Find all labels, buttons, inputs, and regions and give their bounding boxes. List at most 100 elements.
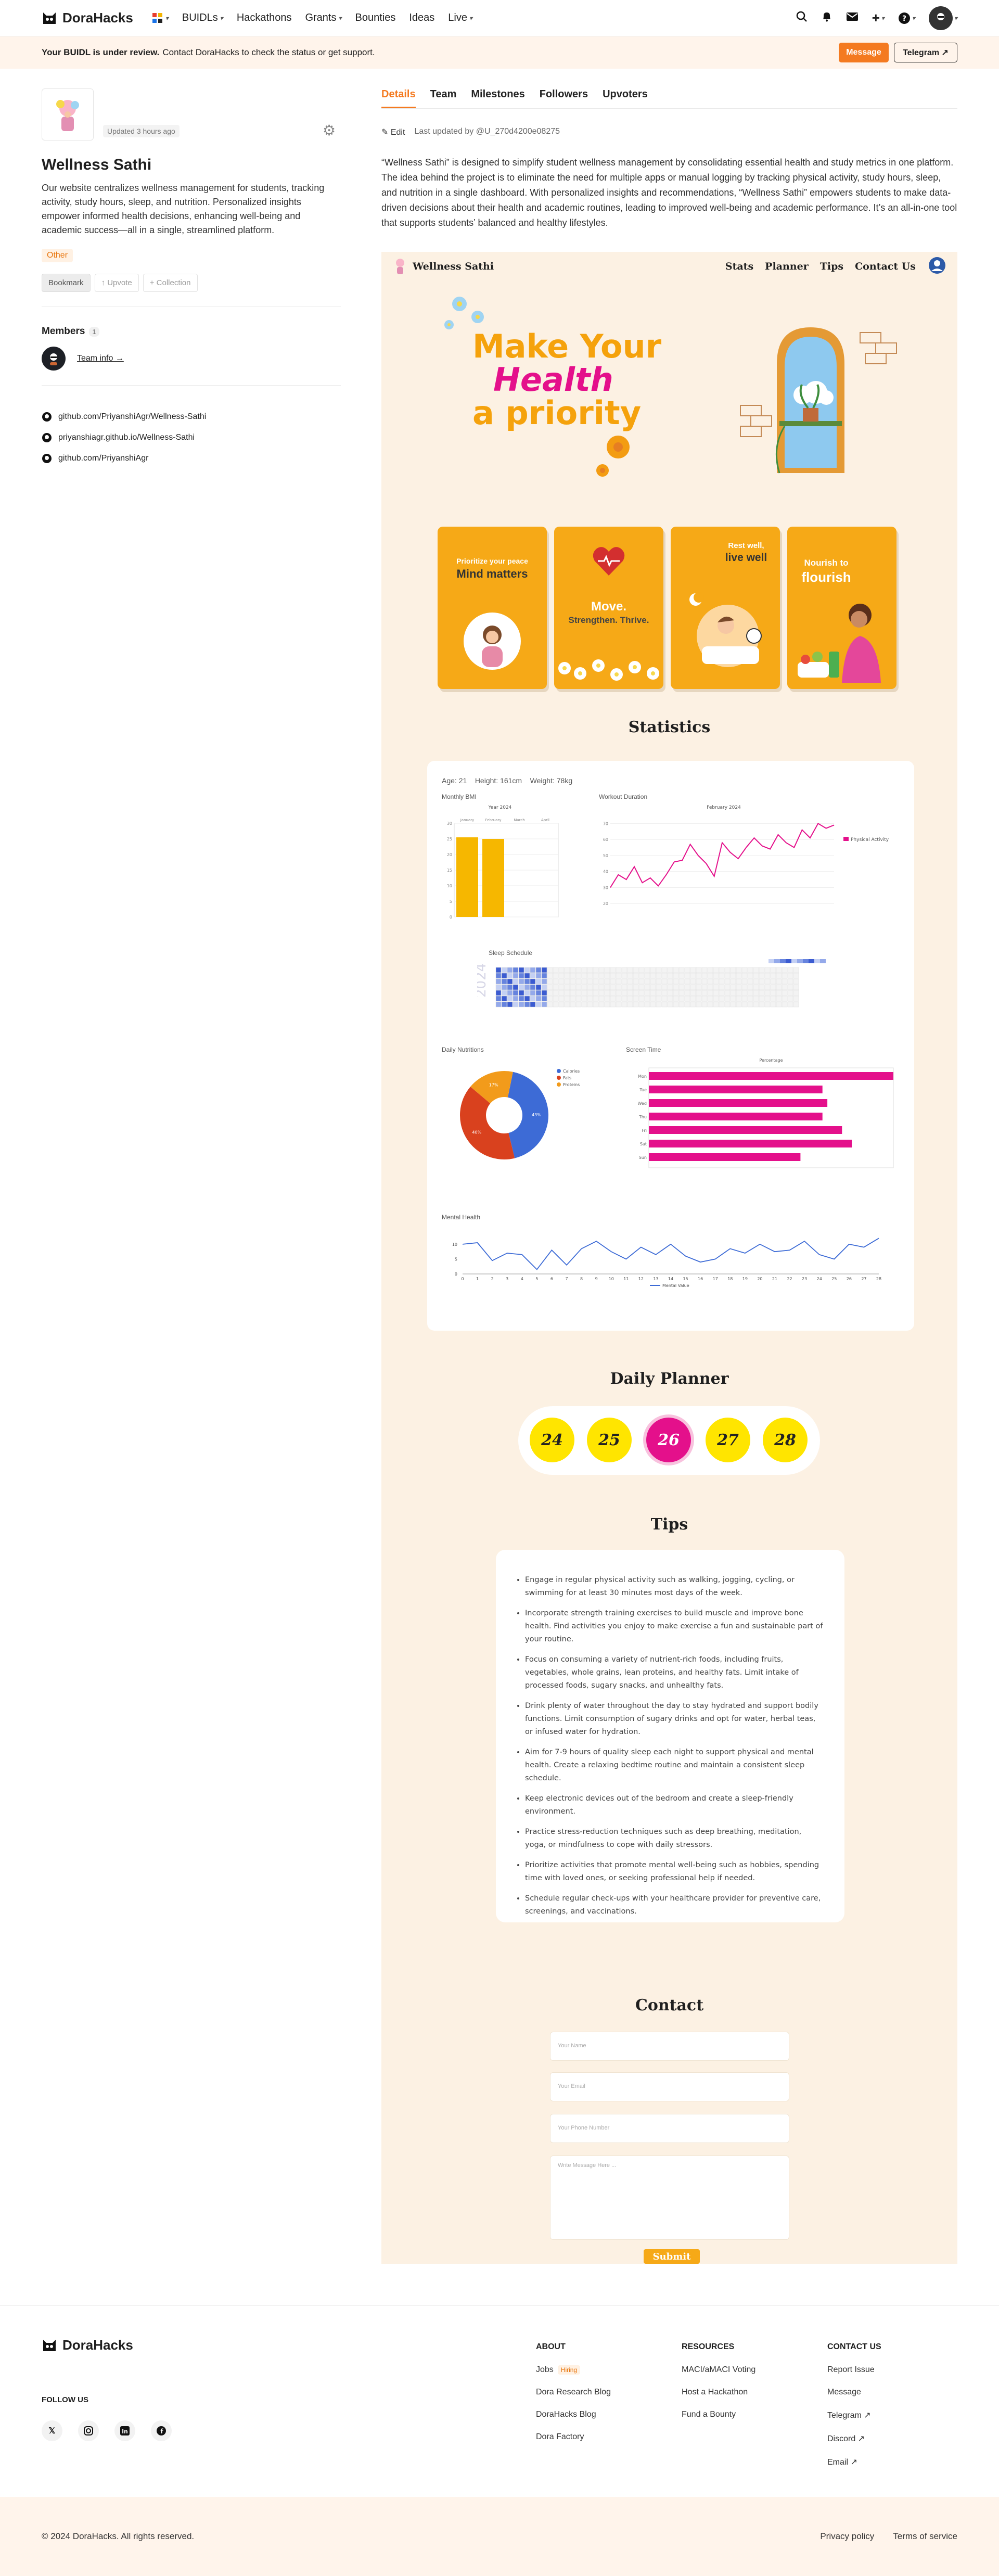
- user-avatar[interactable]: ▾: [928, 6, 957, 30]
- nav-live[interactable]: Live ▾: [448, 12, 472, 24]
- search-icon[interactable]: [796, 11, 808, 25]
- wellness-card-move[interactable]: Move. Strengthen. Thrive.: [554, 527, 663, 689]
- profile-link[interactable]: github.com/PriyanshiAgr: [42, 453, 341, 464]
- hero-line-2: Health: [493, 361, 613, 399]
- privacy-link[interactable]: Privacy policy: [820, 2531, 874, 2542]
- bell-icon[interactable]: [821, 11, 832, 25]
- tab-followers[interactable]: Followers: [540, 88, 588, 108]
- member-row: Team info →: [42, 347, 341, 371]
- sleep-cell: [701, 984, 708, 990]
- site-nav-planner[interactable]: Planner: [765, 261, 809, 272]
- repo-link[interactable]: github.com/PriyanshiAgr/Wellness-Sathi: [42, 412, 341, 422]
- sleep-cell: [598, 1001, 605, 1008]
- wellness-card-nourish[interactable]: Nourish to flourish: [787, 527, 896, 689]
- sleep-cell: [707, 967, 713, 973]
- dorahacks-owl-icon: [43, 12, 56, 24]
- nav-buidls[interactable]: BUIDLs ▾: [182, 12, 223, 24]
- site-user-icon[interactable]: [928, 257, 946, 276]
- member-avatar[interactable]: [42, 347, 66, 371]
- footer-link-blog[interactable]: DoraHacks Blog: [536, 2410, 611, 2419]
- message-field[interactable]: Write Message Here ...: [550, 2156, 789, 2240]
- tab-team[interactable]: Team: [430, 88, 457, 108]
- help-icon[interactable]: ? ▾: [898, 12, 915, 24]
- email-field[interactable]: Your Email: [550, 2072, 789, 2101]
- planner-day-25[interactable]: 25: [587, 1418, 632, 1462]
- project-description: Our website centralizes wellness managem…: [42, 183, 325, 235]
- wellness-card-rest[interactable]: Rest well, live well: [671, 527, 780, 689]
- planner-day-24[interactable]: 24: [530, 1418, 574, 1462]
- nav-ideas[interactable]: Ideas: [409, 12, 434, 24]
- footer-link-host[interactable]: Host a Hackathon: [682, 2388, 755, 2397]
- planner-day-27[interactable]: 27: [706, 1418, 750, 1462]
- instagram-icon[interactable]: [78, 2420, 99, 2441]
- card-big-text: Strengthen. Thrive.: [568, 615, 649, 625]
- sleep-cell: [770, 978, 776, 985]
- x-icon[interactable]: 𝕏: [42, 2420, 62, 2441]
- name-field[interactable]: Your Name: [550, 2032, 789, 2061]
- apps-grid-icon[interactable]: ▾: [152, 12, 169, 24]
- site-nav-stats[interactable]: Stats: [725, 261, 753, 272]
- footer-link-research[interactable]: Dora Research Blog: [536, 2388, 611, 2397]
- wellness-card-mind[interactable]: Prioritize your peace Mind matters: [438, 527, 547, 689]
- tab-upvoters[interactable]: Upvoters: [603, 88, 648, 108]
- sleep-cell: [501, 973, 507, 979]
- demo-link[interactable]: priyanshiagr.github.io/Wellness-Sathi: [42, 432, 341, 443]
- message-button[interactable]: Message: [839, 43, 889, 62]
- sleep-cell: [656, 990, 662, 996]
- phone-field[interactable]: Your Phone Number: [550, 2114, 789, 2143]
- sleep-cell: [535, 1001, 542, 1008]
- mental-x-tick: 25: [831, 1277, 837, 1281]
- bookmark-button[interactable]: Bookmark: [42, 274, 91, 292]
- nav-grants[interactable]: Grants ▾: [305, 12, 341, 24]
- mail-icon[interactable]: [846, 11, 859, 25]
- footer-brand: DoraHacks: [62, 2337, 133, 2353]
- tip-item: Keep electronic devices out of the bedro…: [525, 1792, 824, 1818]
- footer-link-maci[interactable]: MACI/aMACI Voting: [682, 2365, 755, 2375]
- nav-bounties[interactable]: Bounties: [355, 12, 396, 24]
- tab-details[interactable]: Details: [381, 88, 416, 108]
- sleep-cell: [507, 967, 513, 973]
- add-icon[interactable]: + ▾: [872, 10, 885, 26]
- card-big-text: Mind matters: [456, 567, 528, 580]
- linkedin-icon[interactable]: in: [114, 2420, 135, 2441]
- dorahacks-logo[interactable]: DoraHacks: [42, 10, 133, 26]
- upvote-button[interactable]: ↑ Upvote: [94, 274, 139, 292]
- footer-link-report[interactable]: Report Issue: [827, 2365, 881, 2375]
- sleep-cell: [776, 996, 782, 1002]
- sleep-cell: [741, 973, 748, 979]
- gear-icon[interactable]: ⚙: [323, 122, 336, 139]
- nav-hackathons[interactable]: Hackathons: [237, 12, 292, 24]
- sleep-cell: [764, 978, 771, 985]
- tab-milestones[interactable]: Milestones: [471, 88, 524, 108]
- add-collection-button[interactable]: + Collection: [143, 274, 198, 292]
- submit-button[interactable]: Submit: [644, 2249, 700, 2264]
- terms-link[interactable]: Terms of service: [893, 2531, 957, 2542]
- facebook-icon[interactable]: f: [151, 2420, 172, 2441]
- footer-link-factory[interactable]: Dora Factory: [536, 2432, 611, 2442]
- footer-link-jobs[interactable]: Jobs Hiring: [536, 2365, 611, 2375]
- bmi-chart-title: Monthly BMI: [442, 793, 477, 800]
- telegram-button[interactable]: Telegram ↗: [894, 43, 957, 62]
- sleep-cell: [558, 973, 565, 979]
- site-nav-contact[interactable]: Contact Us: [855, 261, 916, 272]
- team-info-link[interactable]: Team info →: [77, 354, 124, 363]
- planner-day-28[interactable]: 28: [763, 1418, 808, 1462]
- sleep-cell: [759, 967, 765, 973]
- sleep-cell: [782, 990, 788, 996]
- hero-line-1: Make Your: [472, 327, 662, 365]
- sleep-scale-cell: [786, 959, 791, 963]
- contact-title: Contact: [635, 1996, 704, 2014]
- sleep-cell: [690, 996, 696, 1002]
- footer-link-telegram[interactable]: Telegram ↗: [827, 2410, 881, 2420]
- footer-link-bounty[interactable]: Fund a Bounty: [682, 2410, 755, 2419]
- sleep-cell: [541, 1001, 547, 1008]
- footer-link-message[interactable]: Message: [827, 2388, 881, 2397]
- footer-link-email[interactable]: Email ↗: [827, 2457, 881, 2467]
- planner-day-26[interactable]: 26: [646, 1418, 691, 1462]
- sleep-cell: [495, 973, 502, 979]
- footer-link-discord[interactable]: Discord ↗: [827, 2433, 881, 2444]
- edit-button[interactable]: ✎ Edit: [381, 127, 405, 137]
- category-tag[interactable]: Other: [42, 249, 73, 262]
- footer-logo[interactable]: DoraHacks: [42, 2337, 133, 2353]
- site-nav-tips[interactable]: Tips: [820, 261, 843, 272]
